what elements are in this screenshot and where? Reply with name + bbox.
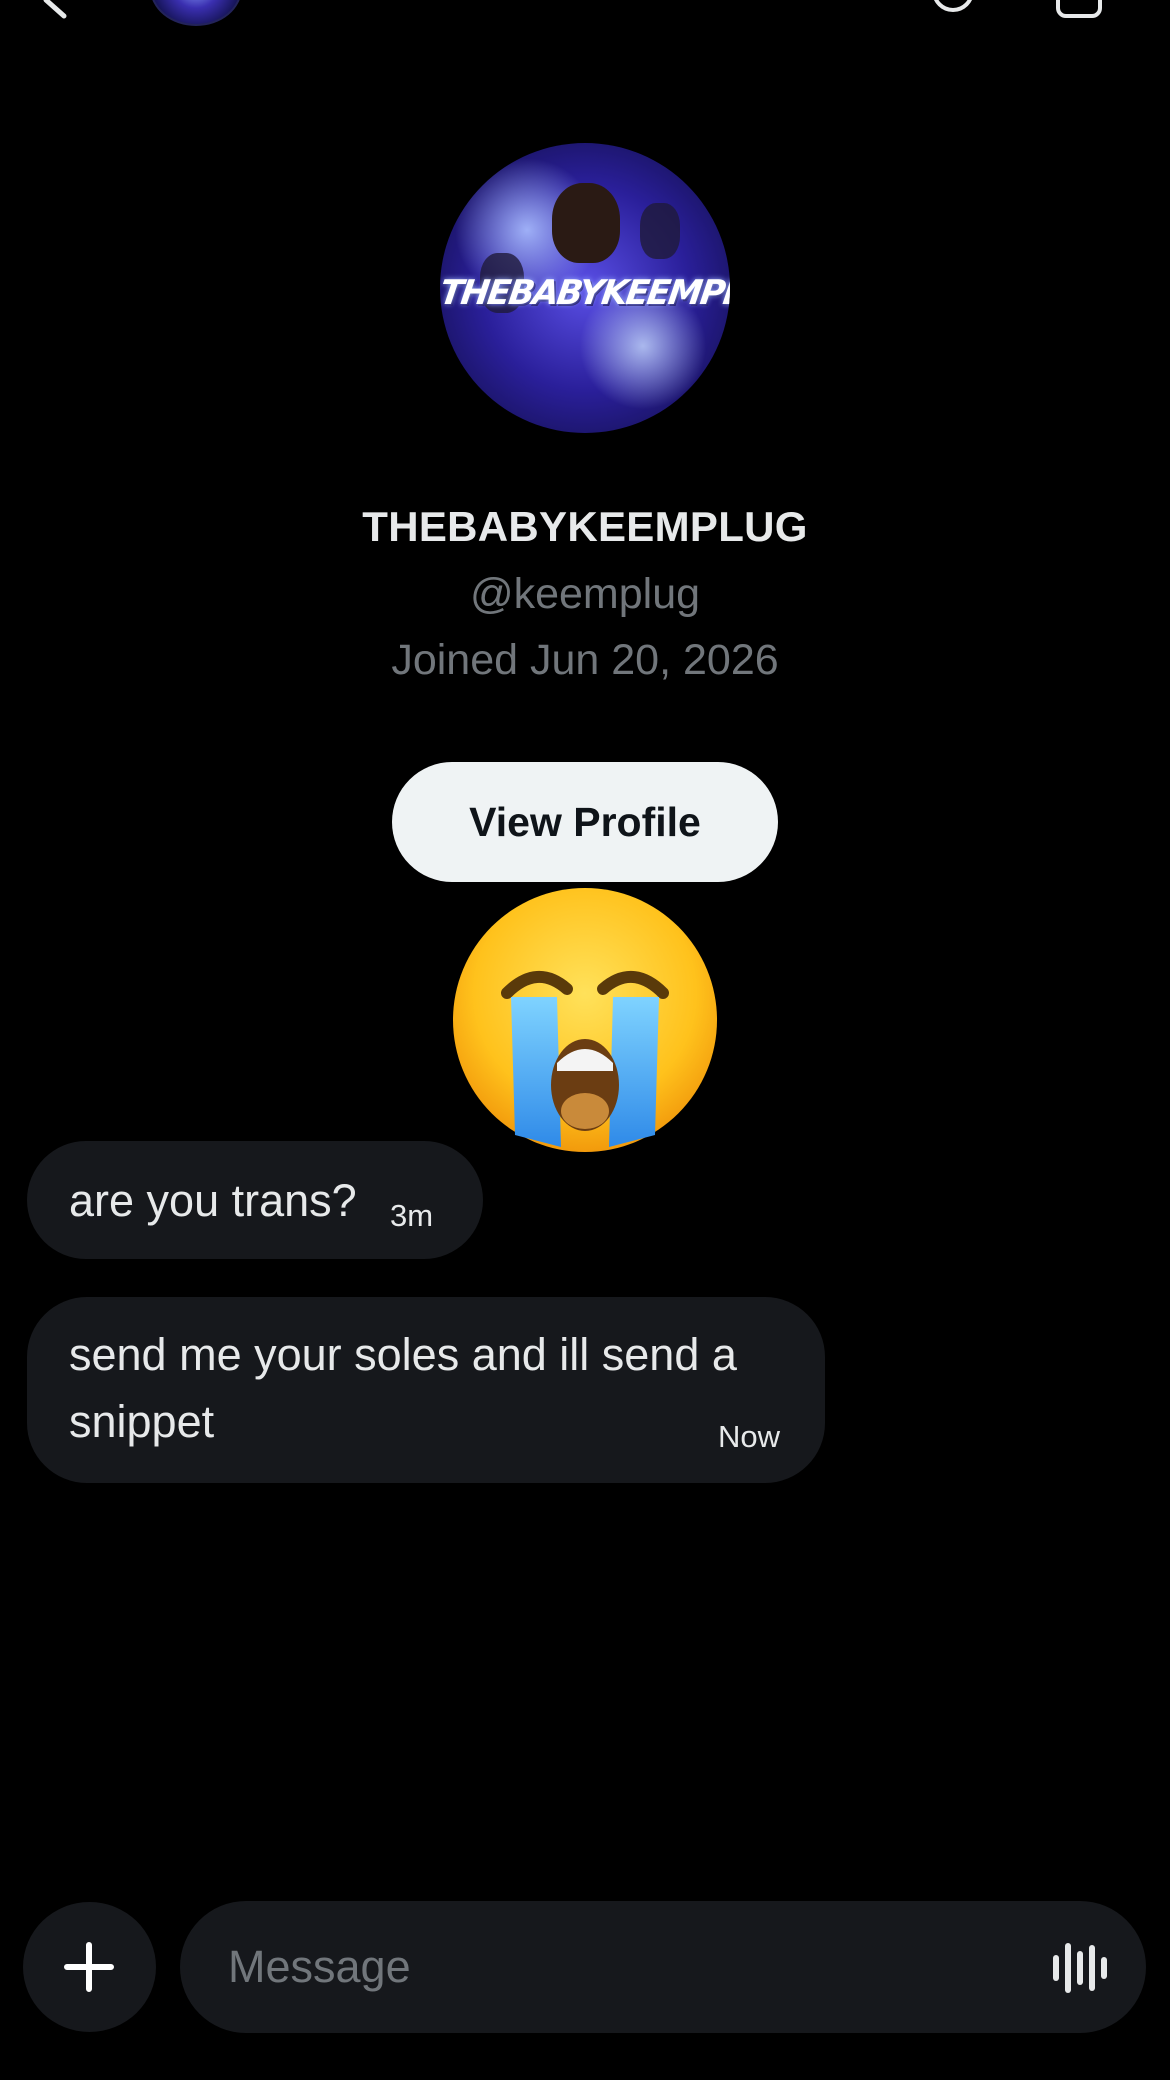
message-timestamp: 3m	[390, 1198, 434, 1233]
message-text: send me your soles and ill send a snippe…	[69, 1329, 737, 1447]
avatar-art-face	[552, 183, 620, 263]
info-icon[interactable]	[930, 0, 976, 14]
plus-icon	[64, 1942, 114, 1992]
settings-icon[interactable]	[1052, 0, 1118, 24]
header-avatar[interactable]	[150, 0, 242, 26]
profile-avatar[interactable]: THEBABYKEEMPLUG	[440, 143, 730, 433]
joined-date: Joined Jun 20, 2026	[391, 636, 779, 684]
message-input[interactable]	[180, 1901, 1146, 2033]
dm-conversation-screen: THEBABYKEEMPLUG THEBABYKEEMPLUG @keemplu…	[0, 0, 1170, 2080]
back-arrow-icon[interactable]	[38, 0, 74, 20]
avatar-art-figure	[640, 203, 680, 259]
display-name: THEBABYKEEMPLUG	[362, 503, 808, 550]
message-bubble[interactable]: are you trans? 3m	[27, 1141, 483, 1259]
top-bar	[0, 0, 1170, 30]
view-profile-button[interactable]: View Profile	[392, 762, 778, 882]
voice-waveform-icon[interactable]	[1050, 1940, 1110, 1996]
message-text: are you trans?	[69, 1175, 357, 1226]
user-handle: @keemplug	[469, 570, 701, 618]
attach-button[interactable]	[23, 1902, 156, 2032]
message-bubble[interactable]: send me your soles and ill send a snippe…	[27, 1297, 825, 1483]
avatar-art-text: THEBABYKEEMPLUG	[440, 273, 730, 313]
message-timestamp: Now	[717, 1419, 780, 1454]
loudly-crying-face-emoji	[453, 888, 717, 1152]
